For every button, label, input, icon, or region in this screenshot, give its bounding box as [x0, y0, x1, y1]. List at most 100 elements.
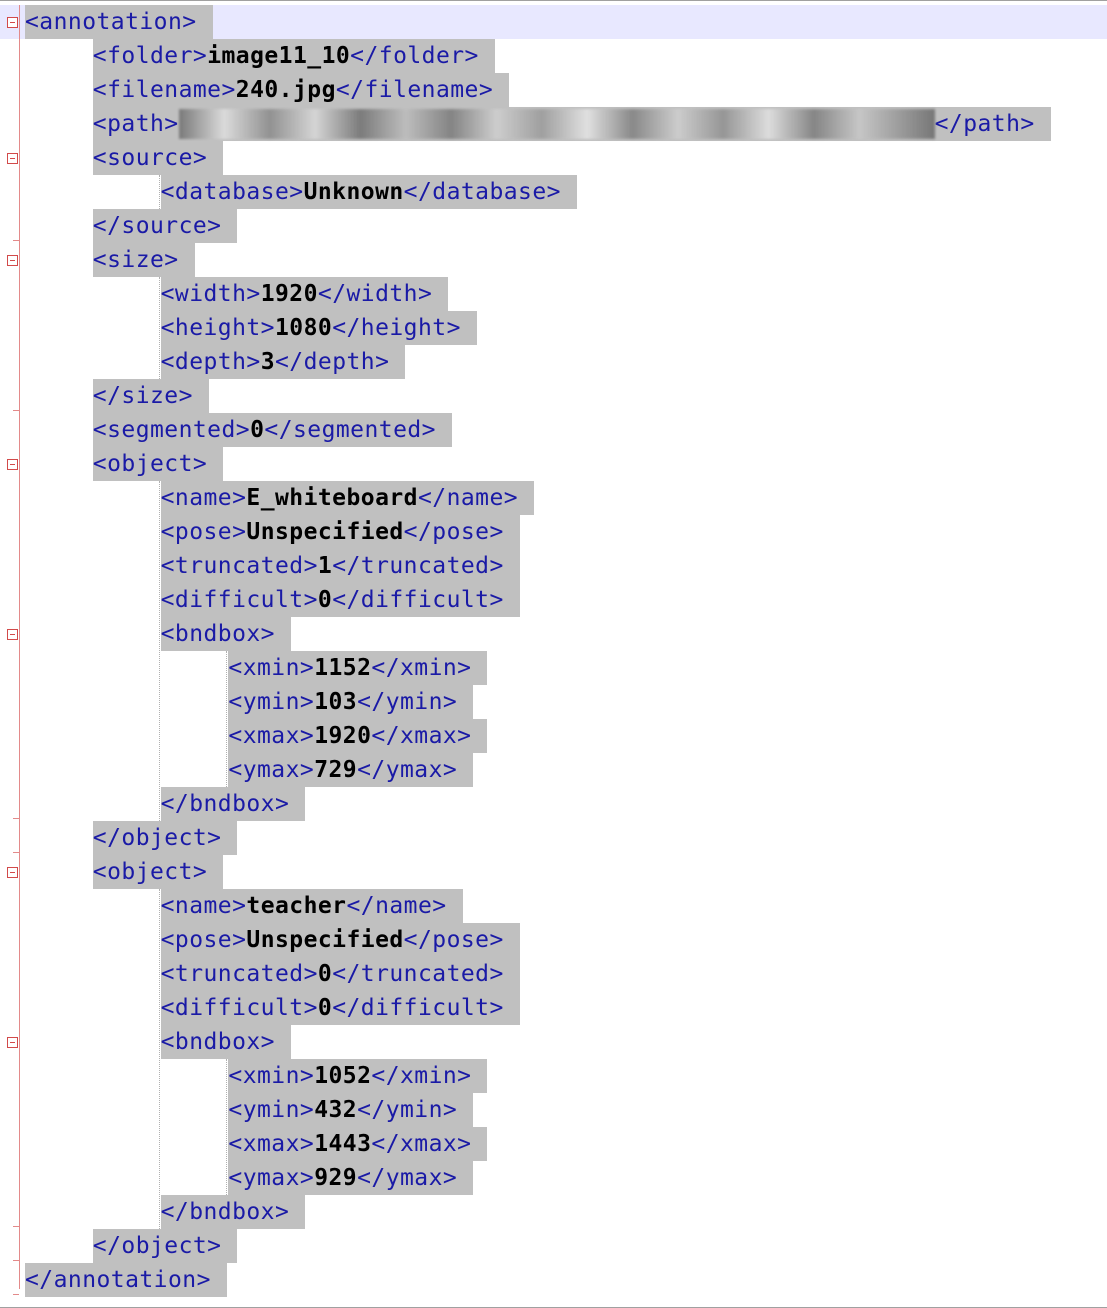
- code-line[interactable]: <size>: [25, 243, 195, 277]
- xml-value: 1152: [314, 655, 372, 681]
- xml-open-tag: <name>: [160, 893, 247, 919]
- selected-text[interactable]: </size>: [92, 379, 209, 413]
- selected-text[interactable]: <truncated>1</truncated>: [160, 549, 520, 583]
- selected-text[interactable]: <database>Unknown</database>: [160, 175, 577, 209]
- selected-text[interactable]: <ymin>103</ymin>: [228, 685, 474, 719]
- selected-text[interactable]: <bndbox>: [160, 1025, 291, 1059]
- code-line[interactable]: <ymax>929</ymax>: [25, 1161, 474, 1195]
- selected-text[interactable]: <ymax>729</ymax>: [228, 753, 474, 787]
- selected-text[interactable]: <pose>Unspecified</pose>: [160, 515, 520, 549]
- selected-text[interactable]: </object>: [92, 821, 238, 855]
- selected-text[interactable]: <depth>3</depth>: [160, 345, 406, 379]
- selected-text[interactable]: <difficult>0</difficult>: [160, 583, 520, 617]
- collapse-icon[interactable]: [7, 255, 18, 266]
- selected-text[interactable]: <annotation>: [25, 5, 213, 39]
- selected-text[interactable]: <segmented>0</segmented>: [92, 413, 452, 447]
- code-line[interactable]: <pose>Unspecified</pose>: [25, 515, 520, 549]
- code-line[interactable]: <truncated>1</truncated>: [25, 549, 520, 583]
- selected-text[interactable]: <xmax>1443</xmax>: [228, 1127, 488, 1161]
- code-line[interactable]: <database>Unknown</database>: [25, 175, 577, 209]
- selected-text[interactable]: </bndbox>: [160, 787, 306, 821]
- code-line[interactable]: <ymax>729</ymax>: [25, 753, 474, 787]
- code-line[interactable]: <xmax>1443</xmax>: [25, 1127, 488, 1161]
- selected-text[interactable]: <xmax>1920</xmax>: [228, 719, 488, 753]
- xml-open-tag: </object>: [92, 825, 222, 851]
- collapse-icon[interactable]: [7, 17, 18, 28]
- xml-value: 729: [314, 757, 358, 783]
- selected-text[interactable]: <path> </path>: [92, 107, 1051, 141]
- code-line[interactable]: </object>: [25, 821, 238, 855]
- code-line[interactable]: <difficult>0</difficult>: [25, 991, 520, 1025]
- code-line[interactable]: <difficult>0</difficult>: [25, 583, 520, 617]
- selected-text[interactable]: <source>: [92, 141, 224, 175]
- code-line[interactable]: <xmin>1052</xmin>: [25, 1059, 488, 1093]
- fold-end-tick: [13, 410, 19, 411]
- code-line[interactable]: <xmax>1920</xmax>: [25, 719, 488, 753]
- selected-text[interactable]: <truncated>0</truncated>: [160, 957, 520, 991]
- selected-text[interactable]: <ymin>432</ymin>: [228, 1093, 474, 1127]
- code-line[interactable]: <name>teacher</name>: [25, 889, 463, 923]
- code-line[interactable]: <ymin>103</ymin>: [25, 685, 474, 719]
- xml-close-tag: </xmin>: [371, 1063, 472, 1089]
- code-line[interactable]: <folder>image11_10</folder>: [25, 39, 495, 73]
- selected-text[interactable]: <bndbox>: [160, 617, 291, 651]
- code-line[interactable]: <width>1920</width>: [25, 277, 449, 311]
- xml-value: 0: [250, 417, 265, 443]
- selected-text[interactable]: <folder>image11_10</folder>: [92, 39, 495, 73]
- selected-text[interactable]: <name>teacher</name>: [160, 889, 463, 923]
- code-line[interactable]: </source>: [25, 209, 238, 243]
- selected-text[interactable]: <ymax>929</ymax>: [228, 1161, 474, 1195]
- xml-editor[interactable]: <annotation> <folder>image11_10</folder> <…: [0, 0, 1107, 1308]
- collapse-icon[interactable]: [7, 867, 18, 878]
- code-line[interactable]: <annotation>: [0, 5, 1105, 39]
- selected-text[interactable]: </annotation>: [25, 1263, 227, 1297]
- selected-text[interactable]: <height>1080</height>: [160, 311, 477, 345]
- indent-guide: [158, 889, 160, 1229]
- selected-text[interactable]: <size>: [92, 243, 195, 277]
- collapse-icon[interactable]: [7, 629, 18, 640]
- code-line[interactable]: <object>: [25, 855, 224, 889]
- code-line[interactable]: </size>: [25, 379, 209, 413]
- selected-text[interactable]: <pose>Unspecified</pose>: [160, 923, 520, 957]
- code-line[interactable]: <filename>240.jpg</filename>: [25, 73, 510, 107]
- selected-text[interactable]: <name>E_whiteboard</name>: [160, 481, 535, 515]
- selected-text[interactable]: </object>: [92, 1229, 238, 1263]
- selected-text[interactable]: </bndbox>: [160, 1195, 306, 1229]
- code-line[interactable]: <path> </path>: [25, 107, 1051, 141]
- selected-text[interactable]: <difficult>0</difficult>: [160, 991, 520, 1025]
- xml-open-tag: <xmin>: [228, 655, 315, 681]
- code-line[interactable]: <name>E_whiteboard</name>: [25, 481, 535, 515]
- selected-text[interactable]: <filename>240.jpg</filename>: [92, 73, 510, 107]
- selected-text[interactable]: <width>1920</width>: [160, 277, 449, 311]
- code-line[interactable]: <xmin>1152</xmin>: [25, 651, 488, 685]
- xml-value: 3: [260, 349, 275, 375]
- selected-text[interactable]: <object>: [92, 855, 224, 889]
- code-line[interactable]: <source>: [25, 141, 224, 175]
- xml-open-tag: <folder>: [92, 43, 208, 69]
- collapse-icon[interactable]: [7, 1037, 18, 1048]
- code-line[interactable]: <object>: [25, 447, 224, 481]
- code-line[interactable]: <depth>3</depth>: [25, 345, 406, 379]
- code-line[interactable]: </annotation>: [25, 1263, 227, 1297]
- selected-text[interactable]: <xmin>1052</xmin>: [228, 1059, 488, 1093]
- code-line[interactable]: </bndbox>: [25, 787, 306, 821]
- collapse-icon[interactable]: [7, 153, 18, 164]
- code-line[interactable]: <pose>Unspecified</pose>: [25, 923, 520, 957]
- selected-text[interactable]: <xmin>1152</xmin>: [228, 651, 488, 685]
- code-line[interactable]: <truncated>0</truncated>: [25, 957, 520, 991]
- xml-open-tag: <truncated>: [160, 553, 318, 579]
- collapse-icon[interactable]: [7, 459, 18, 470]
- code-line[interactable]: </object>: [25, 1229, 238, 1263]
- selected-text[interactable]: <object>: [92, 447, 224, 481]
- code-line[interactable]: </bndbox>: [25, 1195, 306, 1229]
- fold-margin: [19, 5, 20, 1289]
- code-line[interactable]: <height>1080</height>: [25, 311, 477, 345]
- code-line[interactable]: <ymin>432</ymin>: [25, 1093, 474, 1127]
- code-line[interactable]: <segmented>0</segmented>: [25, 413, 452, 447]
- selected-text[interactable]: </source>: [92, 209, 238, 243]
